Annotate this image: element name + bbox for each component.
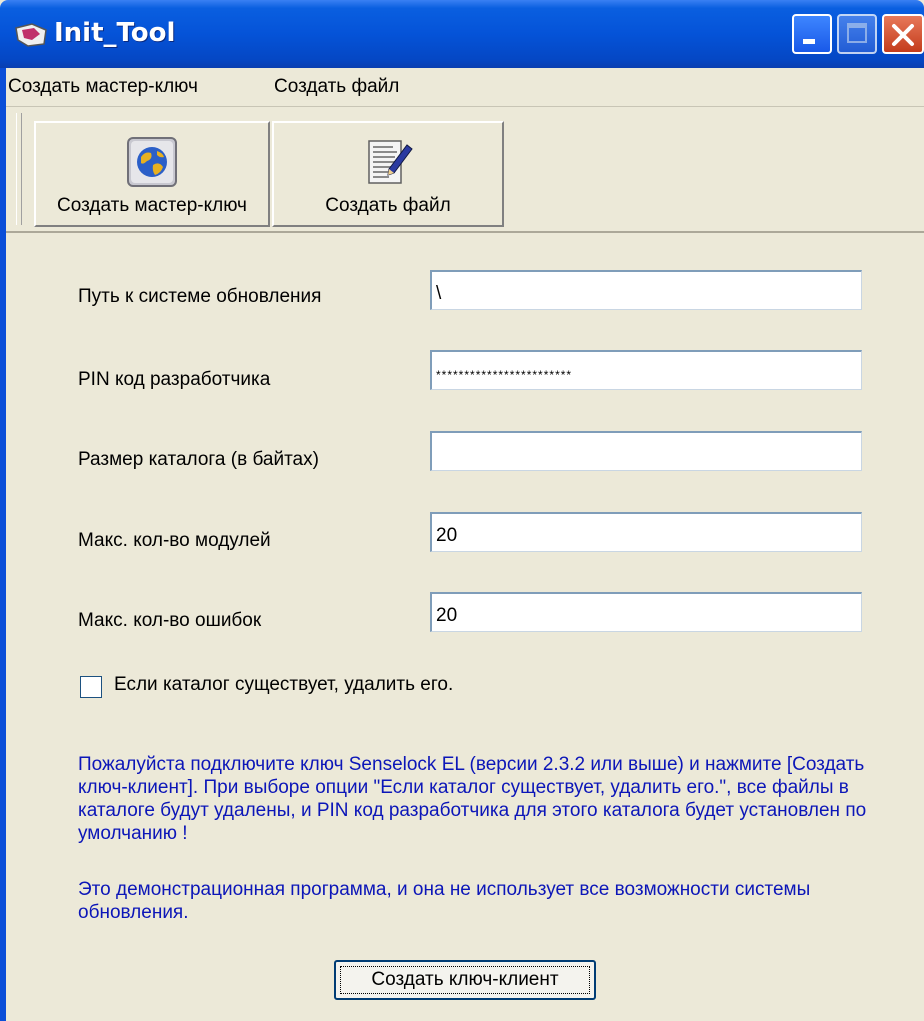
toolbar-create-master-key-button[interactable]: Создать мастер-ключ: [34, 121, 270, 227]
toolbar-grip[interactable]: [16, 113, 22, 225]
label-update-system-path: Путь к системе обновления: [78, 286, 322, 307]
update-system-path-input[interactable]: [430, 270, 862, 310]
toolbar-create-file-button[interactable]: Создать файл: [272, 121, 504, 227]
app-icon: [15, 23, 47, 47]
instructions-text: Пожалуйста подключите ключ Senselock EL …: [78, 754, 867, 844]
title-bar[interactable]: Init_Tool: [0, 0, 924, 68]
label-developer-pin: PIN код разработчика: [78, 369, 271, 390]
minimize-button[interactable]: [792, 14, 832, 54]
max-modules-input[interactable]: [430, 512, 862, 552]
menu-item-create-master-key[interactable]: Создать мастер-ключ: [8, 76, 198, 98]
catalog-size-input[interactable]: [430, 431, 862, 471]
close-button[interactable]: [882, 14, 924, 54]
label-max-errors: Макс. кол-во ошибок: [78, 610, 262, 631]
create-client-key-button-label: Создать ключ-клиент: [340, 966, 590, 994]
toolbar-button-label: Создать файл: [325, 195, 451, 216]
label-max-modules: Макс. кол-во модулей: [78, 530, 271, 551]
menu-item-create-file[interactable]: Создать файл: [274, 76, 399, 98]
demo-notice-text: Это демонстрационная программа, и она не…: [78, 879, 811, 923]
create-client-key-button[interactable]: Создать ключ-клиент: [334, 960, 596, 1000]
toolbar: Создать мастер-ключ Создать файл: [6, 107, 924, 233]
maximize-button[interactable]: [837, 14, 877, 54]
delete-catalog-checkbox-label: Если каталог существует, удалить его.: [114, 674, 454, 695]
globe-icon: [127, 137, 177, 187]
toolbar-button-label: Создать мастер-ключ: [57, 195, 247, 216]
document-edit-icon: [368, 140, 413, 184]
window-title: Init_Tool: [54, 18, 176, 48]
label-catalog-size: Размер каталога (в байтах): [78, 449, 319, 470]
delete-catalog-checkbox[interactable]: [80, 676, 102, 698]
max-errors-input[interactable]: [430, 592, 862, 632]
close-icon: [892, 24, 914, 46]
developer-pin-input[interactable]: [430, 350, 862, 390]
menu-bar: Создать мастер-ключ Создать файл: [6, 68, 924, 107]
